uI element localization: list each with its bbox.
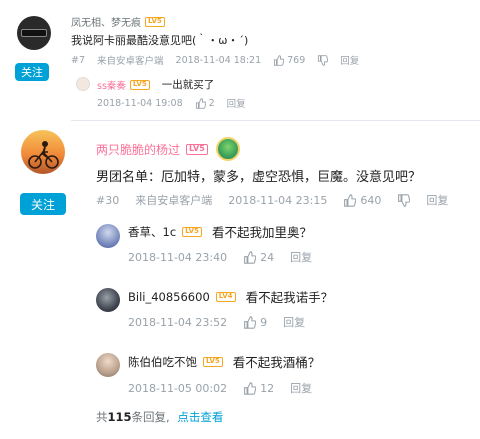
reply-text: 一出就买了 xyxy=(161,79,215,91)
like-button[interactable]: 9 xyxy=(243,316,267,329)
like-button[interactable]: 12 xyxy=(243,382,274,395)
thumb-up-icon xyxy=(244,250,257,264)
device-label: 来自安卓客户端 xyxy=(97,56,164,67)
comment-meta: #7 来自安卓客户端 2018-11-04 18:21 769 回复 xyxy=(71,53,371,68)
level-badge: LV5 xyxy=(186,143,208,155)
avatar[interactable] xyxy=(96,224,120,248)
username[interactable]: 两只脆脆的杨过 xyxy=(96,141,180,158)
like-count: 2 xyxy=(208,97,215,109)
comment-header: 凤无相、梦无痕 LV5 xyxy=(71,14,165,29)
reply-meta: 2018-11-05 00:02 12 回复 xyxy=(128,380,324,396)
username[interactable]: 凤无相、梦无痕 xyxy=(71,14,141,29)
timestamp: 2018-11-04 19:08 xyxy=(97,97,183,109)
comment-meta: #30 来自安卓客户端 2018-11-04 23:15 640 回复 xyxy=(96,192,460,208)
reply-header: Bili_40856600 LV4 看不起我诺手？ xyxy=(128,287,333,306)
comment-text: 我说阿卡丽最酷没意见吧(｀・ω・´) xyxy=(71,34,249,47)
username[interactable]: 香草、1c xyxy=(128,224,176,240)
reply-text: 看不起我诺手？ xyxy=(245,290,334,305)
avatar[interactable] xyxy=(76,77,90,91)
reply-total-count: 115 xyxy=(107,410,132,424)
reply-button[interactable]: 回复 xyxy=(283,314,305,330)
reply-total-suffix: 条回复, xyxy=(131,410,170,424)
avatar[interactable] xyxy=(96,288,120,312)
pendant-icon xyxy=(215,137,240,161)
reply-button[interactable]: 回复 xyxy=(290,380,312,396)
thumb-up-icon xyxy=(344,193,357,207)
reply-meta: 2018-11-04 23:52 9 回复 xyxy=(128,314,317,330)
like-button[interactable]: 769 xyxy=(273,55,305,66)
follow-button[interactable]: 关注 xyxy=(20,193,66,215)
thumb-up-icon xyxy=(274,54,285,66)
follow-button[interactable]: 关注 xyxy=(15,63,49,81)
level-badge: LV4 xyxy=(215,291,236,302)
like-button[interactable]: 2 xyxy=(195,98,215,109)
floor-number: #7 xyxy=(71,54,86,66)
level-badge: LV5 xyxy=(182,226,202,237)
dislike-button[interactable] xyxy=(317,54,329,66)
like-count: 24 xyxy=(260,250,275,264)
subreply-header: ss秦奏 LV5 一出就买了 xyxy=(97,77,214,92)
like-count: 640 xyxy=(360,193,382,207)
username[interactable]: 陈伯伯吃不饱 xyxy=(128,354,197,370)
timestamp: 2018-11-04 18:21 xyxy=(175,54,262,66)
like-button[interactable]: 24 xyxy=(243,251,274,264)
thumb-down-icon xyxy=(318,54,329,66)
reply-button[interactable]: 回复 xyxy=(426,192,448,208)
reply-button[interactable]: 回复 xyxy=(227,96,246,110)
like-count: 9 xyxy=(260,315,268,329)
username[interactable]: Bili_40856600 xyxy=(128,290,210,304)
thumb-up-icon xyxy=(244,315,257,329)
timestamp: 2018-11-04 23:40 xyxy=(128,250,228,264)
timestamp: 2018-11-05 00:02 xyxy=(128,381,228,395)
like-count: 769 xyxy=(287,54,306,66)
thumb-up-icon xyxy=(195,97,206,109)
reply-button[interactable]: 回复 xyxy=(340,53,359,67)
reply-button[interactable]: 回复 xyxy=(290,249,312,265)
reply-text: 看不起我酒桶？ xyxy=(232,355,321,370)
cyclist-silhouette-icon xyxy=(28,141,59,169)
avatar[interactable] xyxy=(96,353,120,377)
divider xyxy=(71,120,480,121)
username[interactable]: ss秦奏 xyxy=(97,78,126,92)
reply-header: 陈伯伯吃不饱 LV5 看不起我酒桶？ xyxy=(128,352,320,371)
avatar[interactable] xyxy=(21,130,65,174)
reply-header: 香草、1c LV5 看不起我加里奥？ xyxy=(128,222,312,241)
view-more-link[interactable]: 点击查看 xyxy=(177,410,223,424)
reply-meta: 2018-11-04 23:40 24 回复 xyxy=(128,249,324,265)
comment-header: 两只脆脆的杨过 LV5 xyxy=(96,137,240,161)
level-badge: LV5 xyxy=(203,356,223,367)
reply-total-prefix: 共 xyxy=(96,410,108,424)
timestamp: 2018-11-04 23:52 xyxy=(128,315,228,329)
level-badge: LV5 xyxy=(145,16,165,27)
dislike-button[interactable] xyxy=(397,193,411,207)
like-count: 12 xyxy=(260,381,275,395)
timestamp: 2018-11-04 23:15 xyxy=(228,193,328,207)
thumb-up-icon xyxy=(244,381,257,395)
avatar-logo xyxy=(21,29,47,37)
reply-meta: 2018-11-04 19:08 2 回复 xyxy=(97,96,258,111)
device-label: 来自安卓客户端 xyxy=(135,194,213,207)
reply-text: 看不起我加里奥？ xyxy=(211,225,312,240)
like-button[interactable]: 640 xyxy=(343,194,381,207)
reply-summary: 共115条回复, 点击查看 xyxy=(96,409,223,425)
level-badge: LV5 xyxy=(129,79,150,90)
thumb-down-icon xyxy=(398,193,411,207)
comment-text: 男团名单：厄加特，蒙多，虚空恐惧，巨魔。没意见吧？ xyxy=(96,170,422,185)
floor-number: #30 xyxy=(96,193,120,207)
avatar[interactable] xyxy=(17,16,51,50)
